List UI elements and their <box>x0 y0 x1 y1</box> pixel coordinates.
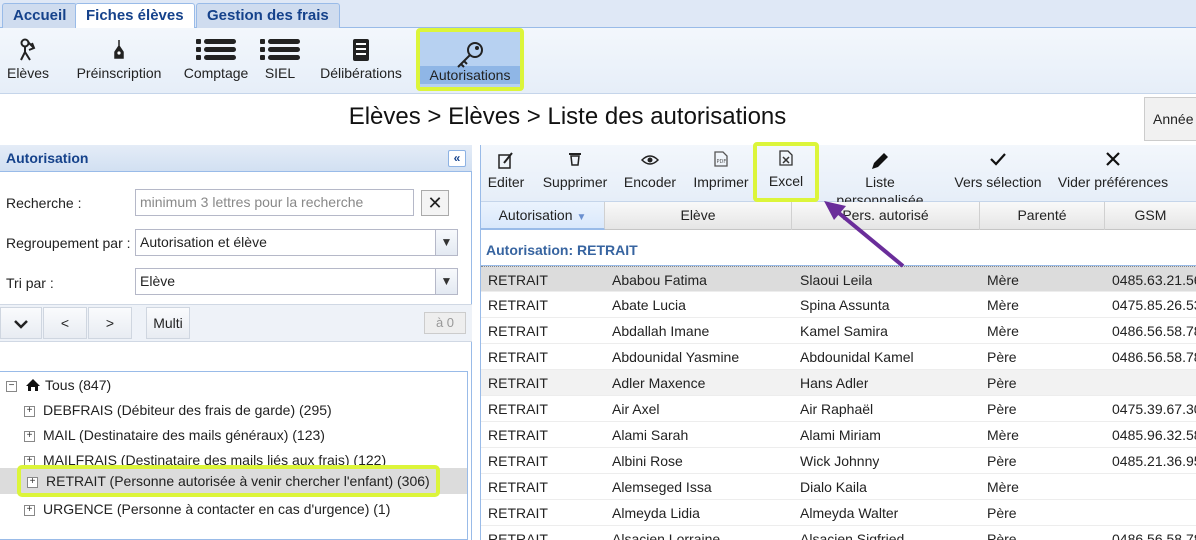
column-header-autorisation[interactable]: Autorisation ▼ <box>481 202 605 230</box>
ribbon-preinscription-button[interactable]: Préinscription <box>74 30 164 90</box>
custom-list-button[interactable]: Liste personnalisée <box>821 147 939 208</box>
sort-desc-icon: ▼ <box>576 212 587 223</box>
chevron-down-icon <box>14 320 28 329</box>
print-button[interactable]: PDF Imprimer <box>689 147 753 199</box>
close-icon <box>1057 147 1169 173</box>
excel-file-icon <box>757 146 815 172</box>
eye-icon <box>621 147 679 173</box>
table-row[interactable]: RETRAIT Alemseged Issa Dialo Kaila Mère <box>481 474 1196 500</box>
search-input[interactable]: minimum 3 lettres pour la recherche <box>135 189 414 216</box>
table-row[interactable]: RETRAIT Albini Rose Wick Johnny Père 0485.21… <box>481 448 1196 474</box>
table-row[interactable]: RETRAIT Alsacien Lorraine Alsacien Sigfrie… <box>481 526 1196 540</box>
ribbon-autorisations-button[interactable]: Autorisations <box>416 28 524 91</box>
expand-down-button[interactable] <box>0 307 42 339</box>
panel-title: Autorisation « <box>0 145 472 172</box>
ribbon-deliberations-button[interactable]: Délibérations <box>318 30 404 90</box>
previous-button[interactable]: < <box>43 307 87 339</box>
breadcrumb-bar: Elèves > Elèves > Liste des autorisation… <box>0 95 1196 143</box>
column-header-parente[interactable]: Parenté <box>980 202 1105 230</box>
sort-label: Tri par : <box>6 275 54 291</box>
pen-nib-icon <box>74 30 164 64</box>
authorization-tree: − Tous (847) + DEBFRAIS (Débiteur des frai… <box>0 371 468 540</box>
excel-export-button[interactable]: Excel <box>753 142 819 202</box>
grid-body: RETRAIT Ababou Fatima Slaoui Leila Mère 0485… <box>481 266 1196 540</box>
key-icon <box>420 32 520 68</box>
grid-header: Autorisation ▼ Elève Pers. autorisé Paren… <box>481 202 1196 230</box>
sort-select[interactable]: Elève ▼ <box>135 268 458 295</box>
next-button[interactable]: > <box>88 307 132 339</box>
to-selection-button[interactable]: Vers sélection <box>953 147 1043 199</box>
grid-toolbar: Editer Supprimer Encoder PDF Imprimer Ex… <box>481 142 1196 208</box>
column-header-pers-autorise[interactable]: Pers. autorisé <box>792 202 980 230</box>
expand-node-icon[interactable]: + <box>24 504 35 516</box>
clear-search-button[interactable]: ✕ <box>421 190 449 216</box>
student-icon <box>4 30 52 64</box>
table-row[interactable]: RETRAIT Alami Sarah Alami Miriam Mère 0485.9… <box>481 422 1196 448</box>
clear-preferences-button[interactable]: Vider préférences <box>1057 147 1169 199</box>
group-header[interactable]: Autorisation: RETRAIT <box>481 230 1196 266</box>
table-row[interactable]: RETRAIT Almeyda Lidia Almeyda Walter Père <box>481 500 1196 526</box>
collapse-node-icon[interactable]: − <box>6 380 17 392</box>
checkmark-icon <box>953 147 1043 173</box>
table-row[interactable]: RETRAIT Abdallah Imane Kamel Samira Mère 048… <box>481 318 1196 344</box>
ribbon-eleves-button[interactable]: Elèves <box>4 30 52 90</box>
main-tab-bar: Accueil Fiches élèves Gestion des frais <box>0 0 1196 29</box>
collapse-panel-button[interactable]: « <box>448 150 466 167</box>
table-row[interactable]: RETRAIT Adler Maxence Hans Adler Père <box>481 370 1196 396</box>
tree-root[interactable]: − Tous (847) <box>6 374 111 396</box>
home-icon <box>26 379 40 391</box>
breadcrumb: Elèves > Elèves > Liste des autorisation… <box>348 103 787 130</box>
grouping-label: Regroupement par : <box>6 235 131 251</box>
tree-item-retrait[interactable]: + RETRAIT (Personne autorisée à venir che… <box>17 465 440 497</box>
table-row[interactable]: RETRAIT Air Axel Air Raphaël Père 0475.39.67… <box>481 396 1196 422</box>
encode-button[interactable]: Encoder <box>621 147 679 199</box>
ribbon-comptage-button[interactable]: Comptage <box>182 30 250 90</box>
tree-nav-toolbar: < > Multi à 0 <box>0 304 472 342</box>
chevron-down-icon[interactable]: ▼ <box>435 230 457 255</box>
tab-gestion-frais[interactable]: Gestion des frais <box>196 3 340 28</box>
tree-item-urgence[interactable]: + URGENCE (Personne à contacter en cas d'… <box>24 498 390 520</box>
table-row[interactable]: RETRAIT Ababou Fatima Slaoui Leila Mère 0485… <box>481 266 1196 292</box>
tab-accueil[interactable]: Accueil <box>2 3 78 28</box>
trash-icon <box>539 147 611 173</box>
list-icon <box>258 30 302 64</box>
filter-panel: Autorisation « Recherche : minimum 3 let… <box>0 145 472 540</box>
pdf-file-icon: PDF <box>689 147 753 173</box>
expand-node-icon[interactable]: + <box>24 430 35 442</box>
year-button[interactable]: Année <box>1144 97 1196 141</box>
multi-button[interactable]: Multi <box>146 307 190 339</box>
document-icon <box>318 30 404 64</box>
column-header-eleve[interactable]: Elève <box>605 202 792 230</box>
pencil-icon <box>821 147 939 173</box>
svg-text:PDF: PDF <box>717 159 727 165</box>
grouping-select[interactable]: Autorisation et élève ▼ <box>135 229 458 256</box>
ribbon-toolbar: Elèves Préinscription Comptage SIEL Déli… <box>0 28 1196 94</box>
tree-item-debfrais[interactable]: + DEBFRAIS (Débiteur des frais de garde) … <box>24 399 332 421</box>
column-header-gsm[interactable]: GSM <box>1105 202 1196 230</box>
chevron-down-icon[interactable]: ▼ <box>435 269 457 294</box>
tab-fiches-eleves[interactable]: Fiches élèves <box>75 3 195 29</box>
table-row[interactable]: RETRAIT Abdounidal Yasmine Abdounidal Kame… <box>481 344 1196 370</box>
delete-button[interactable]: Supprimer <box>539 147 611 199</box>
ribbon-siel-button[interactable]: SIEL <box>258 30 302 90</box>
tree-item-mail[interactable]: + MAIL (Destinataire des mails généraux) … <box>24 424 325 446</box>
search-label: Recherche : <box>6 195 82 211</box>
table-row[interactable]: RETRAIT Abate Lucia Spina Assunta Mère 0475.… <box>481 292 1196 318</box>
list-icon <box>182 30 250 64</box>
counter-badge: à 0 <box>424 312 466 334</box>
edit-icon <box>483 147 529 173</box>
authorizations-grid-panel: Editer Supprimer Encoder PDF Imprimer Ex… <box>480 142 1196 540</box>
edit-button[interactable]: Editer <box>483 147 529 199</box>
expand-node-icon[interactable]: + <box>27 476 38 488</box>
expand-node-icon[interactable]: + <box>24 405 35 417</box>
